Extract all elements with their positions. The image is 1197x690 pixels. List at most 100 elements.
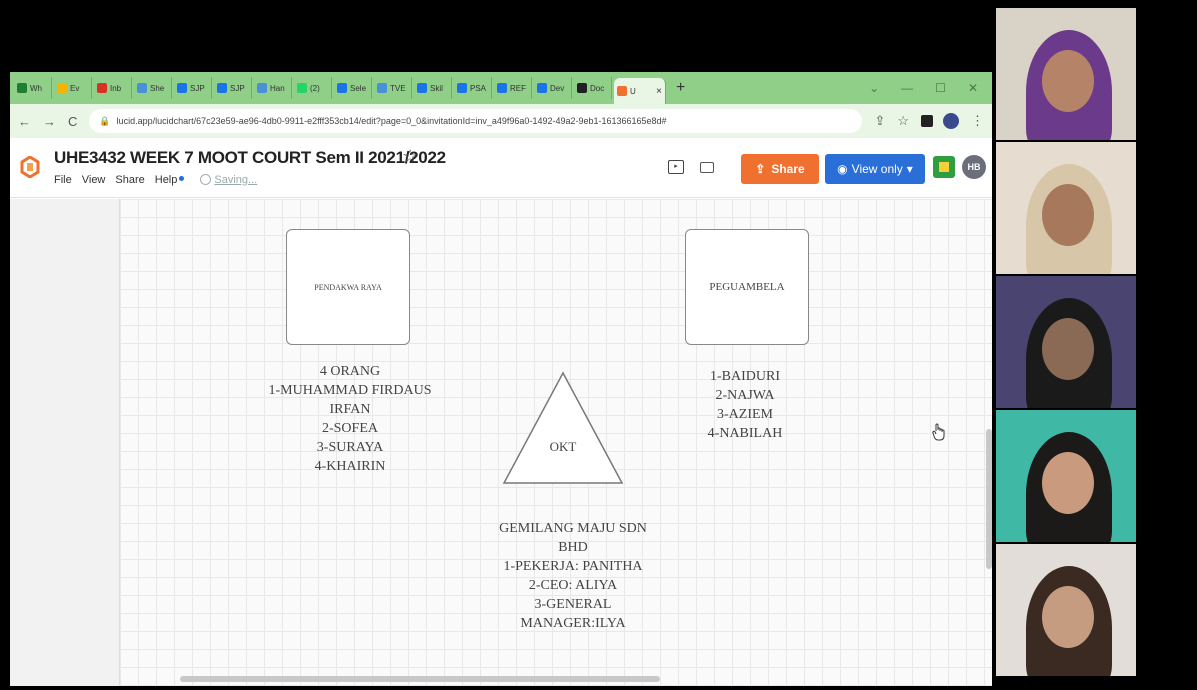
list-item: 3-AZIEM [717,407,773,422]
tab-label: Doc [590,83,605,93]
tab-2[interactable]: Inb [94,77,132,99]
share-icon: ⇪ [755,162,766,176]
extension-icon[interactable] [921,115,933,127]
favicon-icon [57,83,67,93]
chevron-down-icon[interactable]: ⌄ [869,81,879,95]
favicon-icon [217,83,227,93]
list-item: BHD [558,540,588,555]
list-item: 2-NAJWA [715,388,775,403]
tab-label: Han [270,83,285,93]
favicon-icon [297,83,307,93]
share-page-icon[interactable]: ⇪ [874,113,885,129]
tab-active[interactable]: U × [614,78,666,104]
clock-icon [200,174,212,185]
list-item: 4-KHAIRIN [314,459,386,474]
tab-6[interactable]: Han [254,77,292,99]
peguambela-box[interactable]: PEGUAMBELA [685,229,809,345]
participant-video-4[interactable] [996,410,1136,542]
close-window-icon[interactable]: ✕ [968,81,978,95]
lucid-logo-icon [20,156,40,178]
pendakwa-team-list[interactable]: 4 ORANG 1-MUHAMMAD FIRDAUS IRFAN 2-SOFEA… [238,362,462,476]
menu-view[interactable]: View [82,174,106,186]
profile-icon[interactable] [943,113,959,129]
favicon-icon [97,83,107,93]
new-tab-button[interactable]: + [676,79,685,97]
tab-label: (2) [310,83,320,93]
close-tab-icon[interactable]: × [656,86,662,97]
favorite-star-icon[interactable]: ☆ [402,146,418,167]
video-call-icon[interactable] [700,162,714,173]
participant-face [1042,452,1094,514]
favicon-icon [177,83,187,93]
menu-share[interactable]: Share [115,174,144,186]
participant-video-2[interactable] [996,142,1136,274]
document-title[interactable]: UHE3432 WEEK 7 MOOT COURT Sem II 2021/20… [54,148,446,168]
tab-label: SJP [230,83,245,93]
url-input[interactable]: 🔒 lucid.app/lucidchart/67c23e59-ae96-4db… [89,109,863,133]
list-item: GEMILANG MAJU SDN [499,521,647,536]
notification-dot-icon [179,176,185,181]
list-item: IRFAN [329,402,371,417]
participant-face [1042,318,1094,380]
list-item: 3-GENERAL [534,597,612,612]
tab-label: Inb [110,83,122,93]
tab-label: Skil [430,83,443,93]
participant-face [1042,184,1094,246]
tab-0[interactable]: Wh [14,77,52,99]
tab-7[interactable]: (2) [294,77,332,99]
vertical-scrollbar[interactable] [986,429,992,569]
present-icon[interactable]: ▸ [668,160,684,174]
saving-label: Saving... [214,174,258,186]
tab-5[interactable]: SJP [214,77,252,99]
forward-icon[interactable]: → [43,114,56,129]
participant-video-1[interactable] [996,8,1136,140]
back-icon[interactable]: ← [18,114,31,129]
google-meet-icon[interactable] [933,156,955,178]
list-item: 1-PEKERJA: PANITHA [503,559,643,574]
eye-icon: ◉ [837,162,848,176]
peguambela-team-list[interactable]: 1-BAIDURI 2-NAJWA 3-AZIEM 4-NABILAH [665,367,825,443]
tab-4[interactable]: SJP [174,77,212,99]
triangle-shape [502,371,624,484]
menu-help[interactable]: Help [155,174,185,186]
tab-label: PSA [470,83,487,93]
tab-8[interactable]: Sele [334,77,372,99]
tab-label: REF [510,83,526,93]
maximize-icon[interactable]: ☐ [935,81,946,95]
tab-3[interactable]: She [134,77,172,99]
avatar[interactable]: HB [962,155,986,179]
favicon-icon [577,83,587,93]
tab-1[interactable]: Ev [54,77,92,99]
favicon-icon [257,83,267,93]
kebab-menu-icon[interactable]: ⋮ [971,113,984,129]
tab-14[interactable]: Doc [574,77,612,99]
view-only-button[interactable]: ◉ View only ▾ [825,154,925,184]
pendakwa-raya-label: PENDAKWA RAYA [314,282,382,292]
horizontal-scrollbar[interactable] [180,676,660,682]
minimize-icon[interactable]: — [901,81,913,95]
pendakwa-raya-box[interactable]: PENDAKWA RAYA [286,229,410,345]
favicon-icon [17,83,27,93]
lucid-favicon-icon [617,86,627,96]
url-text: lucid.app/lucidchart/67c23e59-ae96-4db0-… [116,116,667,126]
reload-icon[interactable]: C [68,114,77,129]
participant-video-3[interactable] [996,276,1136,408]
tab-12[interactable]: REF [494,77,532,99]
list-item: 3-SURAYA [316,440,384,455]
gemilang-team-list[interactable]: GEMILANG MAJU SDN BHD 1-PEKERJA: PANITHA… [460,519,686,633]
list-item: 4-NABILAH [707,426,783,441]
tab-13[interactable]: Dev [534,77,572,99]
tab-9[interactable]: TVE [374,77,412,99]
okt-triangle[interactable]: OKT [500,369,626,487]
bookmark-star-icon[interactable]: ☆ [897,113,909,129]
diagram-canvas[interactable]: PENDAKWA RAYA PEGUAMBELA 4 ORANG 1-MUHAM… [120,199,992,686]
address-bar: ← → C 🔒 lucid.app/lucidchart/67c23e59-ae… [10,104,992,138]
caret-down-icon: ▾ [906,162,913,176]
tab-10[interactable]: Skil [414,77,452,99]
tab-bar: Wh Ev Inb She SJP SJP Han (2) Sele TVE Skil PSA REF D… [10,72,992,104]
menu-file[interactable]: File [54,174,72,186]
share-button[interactable]: ⇪ Share [741,154,819,184]
list-item: 2-CEO: ALIYA [528,578,618,593]
participant-video-5[interactable] [996,544,1136,676]
tab-11[interactable]: PSA [454,77,492,99]
